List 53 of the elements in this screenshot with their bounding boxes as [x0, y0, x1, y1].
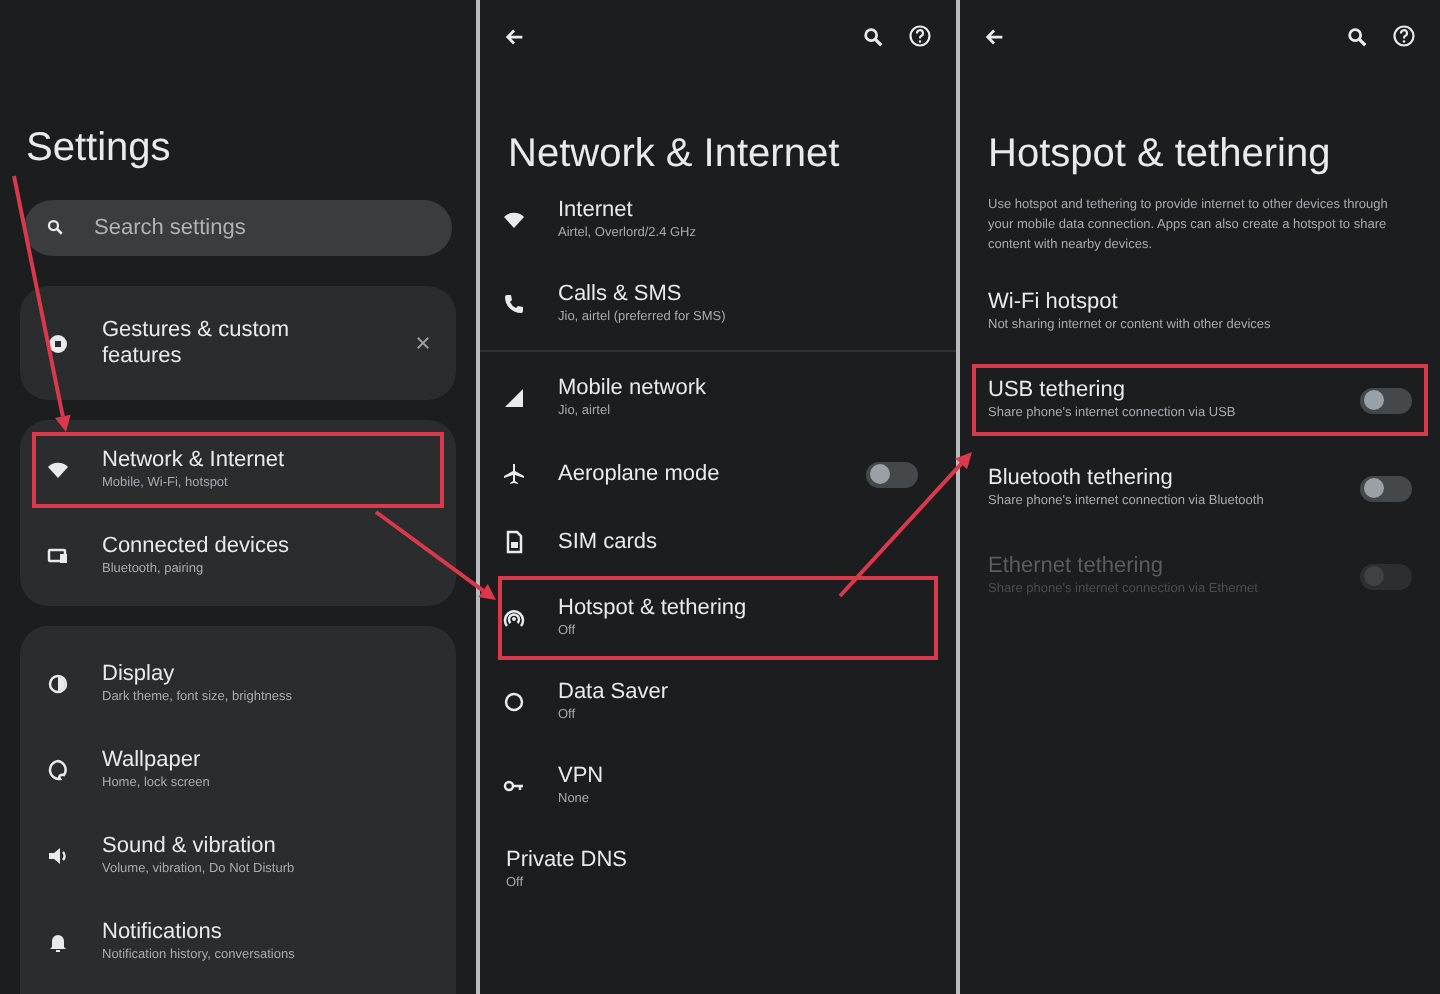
item-title: Wi-Fi hotspot — [988, 290, 1120, 316]
toggle-switch[interactable] — [1360, 475, 1412, 501]
settings-item[interactable]: SIM cards — [498, 508, 938, 576]
item-title: Bluetooth tethering — [988, 466, 1175, 492]
signal-icon — [502, 386, 526, 410]
screen-title: Hotspot & tethering — [986, 130, 1333, 178]
item-title: Hotspot & tethering — [558, 596, 747, 622]
phone-icon — [502, 292, 526, 316]
search-icon — [46, 218, 64, 236]
palette-icon — [46, 758, 70, 782]
item-title: Private DNS — [506, 848, 628, 874]
sim-card-icon — [502, 530, 526, 554]
item-title: Data Saver — [558, 680, 669, 706]
help-icon[interactable] — [1392, 24, 1416, 48]
search-field[interactable]: Search settings — [24, 200, 452, 256]
close-icon[interactable] — [414, 334, 432, 352]
settings-item[interactable]: Aeroplane mode — [498, 440, 938, 508]
screen-title: Network & Internet — [506, 130, 842, 178]
back-icon[interactable] — [504, 25, 526, 47]
search-icon[interactable] — [1346, 25, 1368, 47]
wifi-icon — [502, 208, 526, 232]
search-icon[interactable] — [862, 25, 884, 47]
item-title: Network & Internet — [102, 448, 285, 474]
hotspot-icon — [502, 606, 526, 630]
wifi-icon — [46, 458, 70, 482]
toggle-switch[interactable] — [1360, 387, 1412, 413]
annotation-arrow — [374, 510, 496, 600]
bell-icon — [46, 930, 70, 954]
settings-item[interactable]: Gestures & custom features — [32, 305, 444, 381]
item-title: Wallpaper — [102, 748, 203, 774]
help-icon[interactable] — [908, 24, 932, 48]
item-title: Mobile network — [558, 376, 706, 402]
item-title: Display — [102, 662, 177, 688]
item-title: SIM cards — [558, 529, 658, 555]
item-title: Connected devices — [102, 534, 290, 560]
item-title: Sound & vibration — [102, 834, 278, 860]
item-title: Aeroplane mode — [558, 461, 720, 487]
devices-icon — [46, 544, 70, 568]
item-title: Gestures & custom features — [102, 317, 292, 369]
item-title: Notifications — [102, 920, 224, 946]
item-title: USB tethering — [988, 378, 1127, 404]
item-title: VPN — [558, 764, 604, 790]
toggle-switch[interactable] — [866, 461, 918, 487]
screen-title: Settings — [24, 124, 173, 172]
data-saver-icon — [502, 690, 526, 714]
speaker-icon — [46, 844, 70, 868]
item-title: Calls & SMS — [558, 282, 684, 308]
airplane-icon — [502, 462, 526, 486]
brightness-icon — [46, 672, 70, 696]
circle-icon — [46, 331, 70, 355]
item-title: Ethernet tethering — [988, 554, 1165, 580]
back-icon[interactable] — [984, 25, 1006, 47]
item-title: Internet — [558, 198, 635, 224]
